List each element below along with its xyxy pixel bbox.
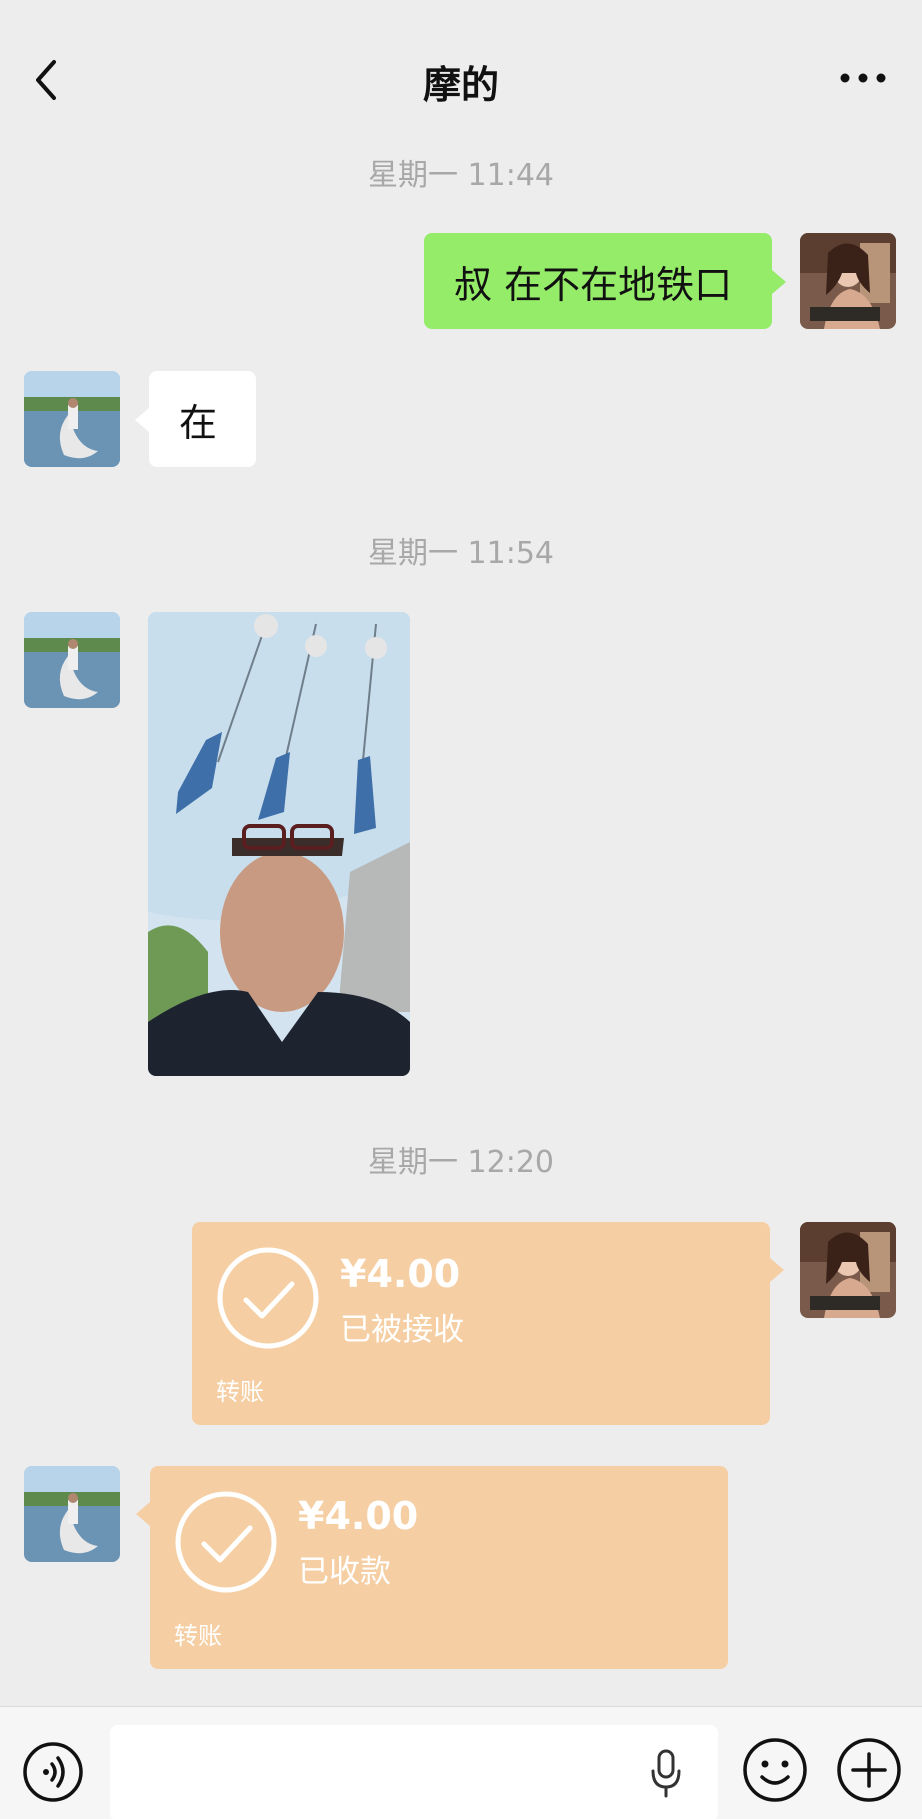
avatar-image: [800, 233, 896, 329]
chat-header: 摩的: [0, 0, 922, 132]
transfer-label: 转账: [174, 1622, 222, 1650]
bubble-tail: [135, 408, 149, 432]
bubble-tail: [772, 270, 786, 294]
photo-image: [148, 612, 410, 1076]
peer-avatar[interactable]: [24, 371, 120, 467]
more-dots-icon: [840, 73, 886, 83]
outgoing-text-message[interactable]: 叔 在不在地铁口: [424, 233, 772, 329]
input-bar: [0, 1706, 922, 1819]
transfer-status: 已收款: [298, 1554, 391, 1590]
avatar-image: [800, 1222, 896, 1318]
transfer-label: 转账: [216, 1378, 264, 1406]
avatar-image: [24, 1466, 120, 1562]
transfer-amount: ¥4.00: [340, 1252, 461, 1296]
check-circle-icon: [217, 1247, 319, 1349]
more-button[interactable]: [838, 62, 888, 94]
image-message[interactable]: [148, 612, 410, 1076]
peer-avatar[interactable]: [24, 1466, 120, 1562]
message-timestamp: 星期一 11:54: [368, 536, 554, 571]
voice-toggle-button[interactable]: [22, 1741, 84, 1803]
incoming-text-message[interactable]: 在: [149, 371, 256, 467]
peer-avatar[interactable]: [24, 612, 120, 708]
chat-title: 摩的: [422, 63, 499, 107]
microphone-icon[interactable]: [650, 1749, 682, 1799]
emoji-button[interactable]: [742, 1737, 808, 1803]
avatar-image: [24, 612, 120, 708]
plus-icon: [837, 1738, 901, 1802]
self-avatar[interactable]: [800, 233, 896, 329]
bubble-tail: [770, 1258, 784, 1282]
emoji-icon: [743, 1738, 807, 1802]
incoming-transfer-card[interactable]: ¥4.00 已收款 转账: [150, 1466, 728, 1669]
transfer-amount: ¥4.00: [298, 1494, 419, 1538]
bubble-tail: [136, 1502, 150, 1526]
check-circle-icon: [175, 1491, 277, 1593]
message-input[interactable]: [110, 1725, 718, 1819]
transfer-status: 已被接收: [340, 1312, 464, 1348]
voice-icon: [23, 1742, 83, 1802]
self-avatar[interactable]: [800, 1222, 896, 1318]
more-actions-button[interactable]: [836, 1737, 902, 1803]
message-timestamp: 星期一 12:20: [368, 1145, 554, 1180]
outgoing-transfer-card[interactable]: ¥4.00 已被接收 转账: [192, 1222, 770, 1425]
avatar-image: [24, 371, 120, 467]
message-timestamp: 星期一 11:44: [368, 158, 554, 193]
